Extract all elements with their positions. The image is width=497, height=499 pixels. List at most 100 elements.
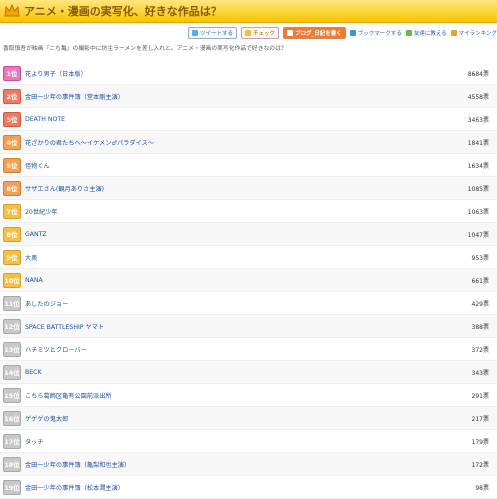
vote-count: 372票 — [471, 346, 489, 354]
rank-badge: 4位 — [3, 134, 21, 150]
twitter-icon — [192, 30, 198, 36]
ranking-title-link[interactable]: こちら葛飾区亀有公園前派出所 — [25, 391, 112, 400]
ranking-title-link[interactable]: ハチミツとクローバー — [25, 345, 87, 354]
ranking-title-link[interactable]: あしたのジョー — [25, 299, 68, 308]
rank-badge: 6位 — [3, 180, 21, 196]
bookmark-label: ブックマークする — [357, 31, 402, 37]
vote-count: 1047票 — [467, 231, 489, 239]
check-icon — [245, 30, 252, 36]
rank-badge: 14位 — [3, 364, 21, 380]
ranking-title-link[interactable]: BECK — [25, 369, 42, 376]
vote-count: 172票 — [471, 461, 489, 469]
vote-count: 1085票 — [467, 185, 489, 193]
vote-count: 388票 — [471, 323, 489, 331]
bookmark-link[interactable]: ブックマークする — [349, 29, 402, 37]
check-button[interactable]: チェック — [241, 27, 280, 39]
friend-icon — [405, 30, 412, 36]
ranking-row: 13位 ハチミツとクローバー 372票 — [0, 338, 497, 361]
ranking-title-link[interactable]: サザエさん(観月ありさ主演) — [25, 184, 104, 193]
vote-count: 98票 — [475, 484, 489, 492]
blog-label: ブログ_日記を書く — [295, 31, 342, 37]
vote-count: 1063票 — [467, 208, 489, 216]
rank-badge: 9位 — [3, 249, 21, 265]
ranking-row: 18位 金田一少年の事件簿（亀梨和也主演） 172票 — [0, 453, 497, 476]
vote-count: 179票 — [471, 438, 489, 446]
ranking-row: 4位 花ざかりの君たちへ～イケメン♂パラダイス～ 1841票 — [0, 131, 497, 154]
ranking-row: 11位 あしたのジョー 429票 — [0, 292, 497, 315]
bookmark-icon — [349, 30, 356, 36]
ranking-icon — [450, 30, 457, 36]
vote-count: 343票 — [471, 369, 489, 377]
ranking-title-link[interactable]: DEATH NOTE — [25, 116, 65, 123]
ranking-row: 15位 こちら葛飾区亀有公園前派出所 291票 — [0, 384, 497, 407]
ranking-title-link[interactable]: GANTZ — [25, 231, 47, 238]
rank-badge: 8位 — [3, 226, 21, 242]
ranking-row: 10位 NANA 661票 — [0, 269, 497, 292]
ranking-title-link[interactable]: ゲゲゲの鬼太郎 — [25, 414, 68, 423]
rank-badge: 15位 — [3, 387, 21, 403]
ranking-title-link[interactable]: 金田一少年の事件簿（堂本剛主演） — [25, 92, 124, 101]
rank-badge: 2位 — [3, 88, 21, 104]
blog-button[interactable]: ブログ_日記を書く — [283, 27, 346, 39]
check-label: チェック — [253, 31, 276, 37]
title-bar: アニメ・漫画の実写化、好きな作品は？ — [0, 0, 497, 23]
rank-badge: 7位 — [3, 203, 21, 219]
ranking-title-link[interactable]: 20世紀少年 — [25, 207, 58, 216]
tell-friend-link[interactable]: 友達に教える — [405, 29, 447, 37]
vote-count: 3463票 — [467, 116, 489, 124]
ranking-title-link[interactable]: 花ざかりの君たちへ～イケメン♂パラダイス～ — [25, 138, 154, 147]
vote-count: 291票 — [471, 392, 489, 400]
ranking-title-link[interactable]: SPACE BATTLESHIP ヤマト — [25, 322, 104, 331]
ranking-title-link[interactable]: 花より男子（日本版） — [25, 69, 87, 78]
my-ranking-link[interactable]: マイランキング — [450, 29, 497, 37]
ranking-row: 16位 ゲゲゲの鬼太郎 217票 — [0, 407, 497, 430]
vote-count: 661票 — [471, 277, 489, 285]
tweet-label: ツイートする — [200, 31, 234, 37]
ranking-row: 9位 大奥 953票 — [0, 246, 497, 269]
ranking-row: 17位 タッチ 179票 — [0, 430, 497, 453]
ranking-title-link[interactable]: 怪物くん — [25, 161, 50, 170]
rank-badge: 5位 — [3, 157, 21, 173]
intro-text: 香取慎吾が映画『こち亀』の撮影中に坊主ラーメンを差し入れと。アニメ・漫画の実写化… — [3, 46, 287, 52]
ranking-row: 7位 20世紀少年 1063票 — [0, 200, 497, 223]
ranking-title-link[interactable]: タッチ — [25, 437, 44, 446]
vote-count: 1841票 — [467, 139, 489, 147]
vote-count: 1634票 — [467, 162, 489, 170]
ranking-row: 8位 GANTZ 1047票 — [0, 223, 497, 246]
ranking-row: 2位 金田一少年の事件簿（堂本剛主演） 4558票 — [0, 85, 497, 108]
ranking-title-link[interactable]: 大奥 — [25, 253, 37, 262]
rank-badge: 12位 — [3, 318, 21, 334]
ranking-row: 12位 SPACE BATTLESHIP ヤマト 388票 — [0, 315, 497, 338]
ranking-row: 1位 花より男子（日本版） 8684票 — [0, 62, 497, 85]
vote-count: 8684票 — [467, 70, 489, 78]
vote-count: 217票 — [471, 415, 489, 423]
ranking-title-link[interactable]: 金田一少年の事件簿（亀梨和也主演） — [25, 460, 130, 469]
page-title: アニメ・漫画の実写化、好きな作品は？ — [24, 5, 222, 18]
my-ranking-label: マイランキング — [458, 31, 497, 37]
rank-badge: 3位 — [3, 111, 21, 127]
blog-icon — [287, 30, 294, 36]
rank-badge: 13位 — [3, 341, 21, 357]
ranking-row: 5位 怪物くん 1634票 — [0, 154, 497, 177]
ranking-title-link[interactable]: 金田一少年の事件簿（松本潤主演） — [25, 483, 124, 492]
rank-badge: 17位 — [3, 433, 21, 449]
rank-badge: 16位 — [3, 410, 21, 426]
crown-icon — [4, 4, 20, 17]
ranking-row: 19位 金田一少年の事件簿（松本潤主演） 98票 — [0, 476, 497, 499]
rank-badge: 11位 — [3, 295, 21, 311]
vote-count: 4558票 — [467, 93, 489, 101]
rank-badge: 18位 — [3, 456, 21, 472]
vote-count: 429票 — [471, 300, 489, 308]
ranking-row: 3位 DEATH NOTE 3463票 — [0, 108, 497, 131]
rank-badge: 19位 — [3, 479, 21, 495]
action-bar: ツイートする チェック ブログ_日記を書く ブックマークする 友達に教える マイ… — [188, 26, 497, 40]
ranking-list: 1位 花より男子（日本版） 8684票 2位 金田一少年の事件簿（堂本剛主演） … — [0, 62, 497, 499]
ranking-title-link[interactable]: NANA — [25, 277, 43, 284]
tell-friend-label: 友達に教える — [413, 31, 447, 37]
rank-badge: 10位 — [3, 272, 21, 288]
vote-count: 953票 — [471, 254, 489, 262]
rank-badge: 1位 — [3, 65, 21, 81]
ranking-row: 14位 BECK 343票 — [0, 361, 497, 384]
tweet-button[interactable]: ツイートする — [188, 27, 238, 39]
ranking-row: 6位 サザエさん(観月ありさ主演) 1085票 — [0, 177, 497, 200]
